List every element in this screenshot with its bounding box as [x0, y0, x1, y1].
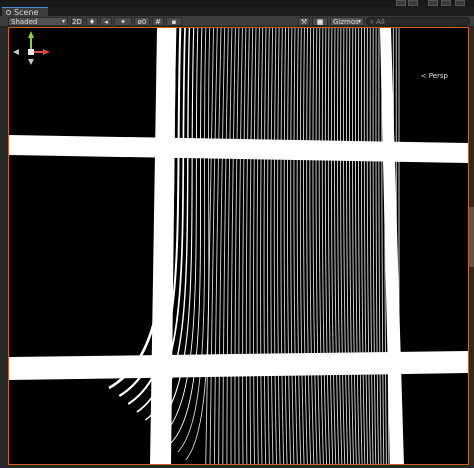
tools-dropdown[interactable]: ▪ [166, 17, 182, 26]
grid-toggle[interactable]: # [152, 17, 164, 26]
curve-line [245, 28, 250, 464]
layers-mini-button[interactable] [396, 0, 406, 6]
curve-line [249, 28, 254, 464]
curve-line [372, 28, 377, 464]
tools-icon: ▪ [171, 18, 177, 26]
right-edge-panel [469, 27, 474, 468]
curve-line [234, 28, 240, 464]
curve-line [287, 28, 292, 464]
mode-2d-label: 2D [72, 18, 82, 26]
audio-toggle[interactable]: ◂ [100, 17, 112, 26]
shading-mode-label: Shaded [11, 18, 38, 26]
lightbulb-icon: ♦ [88, 18, 96, 26]
grid-bar-vertical-left [150, 28, 176, 464]
curve-line [260, 28, 264, 464]
curve-line [378, 28, 382, 464]
mode-2d-toggle[interactable]: 2D [71, 17, 83, 26]
grid-bar-vertical-right [380, 28, 404, 464]
grid-bar-horizontal-top [9, 135, 468, 163]
tab-scene[interactable]: Scene [2, 7, 48, 17]
curve-line [267, 28, 270, 464]
chevron-down-icon: ▾ [357, 18, 361, 25]
curve-line [213, 28, 222, 464]
gizmo-center-cube-icon [28, 49, 34, 55]
curve-line [253, 28, 257, 464]
shading-mode-dropdown[interactable]: Shaded ▾ [8, 17, 68, 26]
lighting-toggle[interactable]: ♦ [86, 17, 98, 26]
camera-icon: ■ [316, 18, 324, 26]
cloud-mini-button[interactable] [455, 0, 465, 6]
curve-line [375, 28, 379, 464]
projection-label[interactable]: < Persp [421, 72, 448, 80]
scene-tab-icon [6, 9, 11, 15]
curve-line [209, 28, 218, 464]
hidden-objects-toggle[interactable]: ø0 [134, 17, 150, 26]
layout-mini-button[interactable] [428, 0, 438, 6]
curve-line [273, 28, 278, 464]
x-axis-cone-icon [43, 49, 50, 55]
curve-line [280, 28, 285, 464]
curve-line [277, 28, 281, 464]
y-axis-cone-icon [28, 31, 34, 38]
curve-line [256, 28, 260, 464]
curve-line [263, 28, 267, 464]
tab-bar: Scene [0, 7, 474, 17]
scrollbar-thumb[interactable] [469, 207, 474, 267]
scene-orientation-gizmo[interactable] [9, 28, 53, 80]
gizmos-dropdown[interactable]: Gizmos ▾ [330, 17, 364, 26]
gizmos-label: Gizmos [333, 18, 359, 26]
curve-line [205, 28, 214, 464]
speaker-icon: ◂ [104, 18, 108, 26]
scene-render [9, 28, 468, 464]
chevron-down-icon: ▾ [61, 18, 65, 25]
search-placeholder: All [376, 18, 385, 26]
effects-dropdown[interactable]: ✦ [114, 17, 132, 26]
camera-dropdown[interactable]: ■ [312, 17, 328, 26]
tools-settings-button[interactable]: ⚒ [298, 17, 310, 26]
curve-line [283, 28, 288, 464]
neg-y-cone-icon [28, 59, 34, 65]
undo-mini-button[interactable] [408, 0, 418, 6]
account-mini-button[interactable] [441, 0, 451, 6]
curve-line [238, 28, 243, 464]
grid-icon: # [155, 18, 161, 26]
effects-icon: ✦ [120, 18, 126, 26]
curve-line [290, 28, 295, 464]
curve-line [270, 28, 274, 464]
wrench-icon: ⚒ [300, 18, 308, 26]
window-top-strip [0, 0, 474, 7]
scene-viewport[interactable]: < Persp [8, 27, 469, 465]
curve-line [242, 28, 247, 464]
neg-x-cone-icon [13, 49, 19, 55]
search-input[interactable]: ⌕ All [366, 17, 470, 26]
hidden-count: 0 [141, 18, 147, 26]
scene-toolbar: Shaded ▾ 2D ♦ ◂ ✦ ø0 # ▪ ⚒ ■ Gizmos ▾ ⌕ … [0, 16, 474, 27]
